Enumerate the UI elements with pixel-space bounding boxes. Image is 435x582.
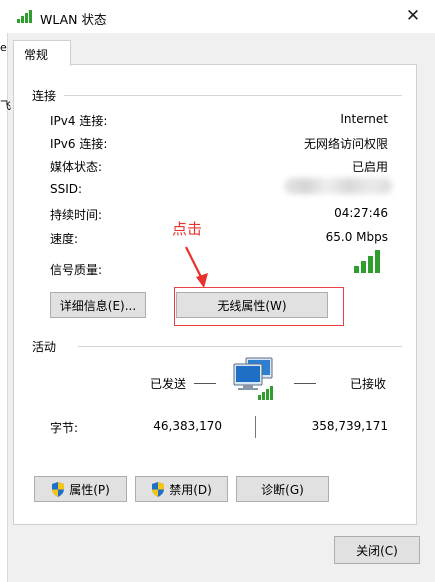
close-button-label: 关闭(C) xyxy=(356,543,398,558)
tab-general[interactable]: 常规 xyxy=(13,40,71,66)
details-button-label: 详细信息(E)... xyxy=(59,298,137,313)
bytes-received-value: 358,739,171 xyxy=(311,419,388,433)
bleed-text-top: e xyxy=(0,41,7,54)
annotation-arrow-icon xyxy=(185,246,208,288)
media-state-label: 媒体状态: xyxy=(50,160,103,174)
connection-divider xyxy=(64,95,402,96)
activity-section-title: 活动 xyxy=(32,340,57,354)
activity-divider xyxy=(78,346,402,347)
uac-shield-icon xyxy=(52,481,65,497)
close-icon: ✕ xyxy=(405,6,421,26)
close-window-button[interactable]: ✕ xyxy=(396,2,430,30)
sent-dash xyxy=(194,383,216,384)
signal-quality-label: 信号质量: xyxy=(50,263,103,277)
speed-value: 65.0 Mbps xyxy=(325,230,388,244)
duration-value: 04:27:46 xyxy=(334,206,388,220)
bytes-sent-value: 46,383,170 xyxy=(153,419,222,433)
uac-shield-icon xyxy=(152,481,165,497)
click-annotation: 点击 xyxy=(172,220,203,238)
highlight-box xyxy=(174,287,344,326)
close-button[interactable]: 关闭(C) xyxy=(334,536,420,564)
details-button[interactable]: 详细信息(E)... xyxy=(50,292,146,318)
sent-label: 已发送 xyxy=(150,377,187,391)
disable-button-label: 禁用(D) xyxy=(169,482,212,497)
properties-button-label: 属性(P) xyxy=(69,482,110,497)
ipv6-value: 无网络访问权限 xyxy=(303,137,388,151)
ipv4-value: Internet xyxy=(340,112,388,126)
network-computers-icon xyxy=(233,357,273,400)
background-window-edge: e 飞 xyxy=(0,33,11,582)
bytes-label: 字节: xyxy=(50,421,79,435)
bleed-text-bottom: 飞 xyxy=(0,99,11,112)
tab-general-label: 常规 xyxy=(24,48,49,62)
ssid-label: SSID: xyxy=(50,182,83,196)
signal-strength-icon xyxy=(354,250,380,273)
ipv4-label: IPv4 连接: xyxy=(50,114,108,128)
duration-label: 持续时间: xyxy=(50,208,103,222)
received-dash xyxy=(294,383,316,384)
wifi-signal-icon xyxy=(17,10,32,23)
ipv6-label: IPv6 连接: xyxy=(50,137,108,151)
title-bar: WLAN 状态 ✕ xyxy=(0,0,435,33)
media-state-value: 已启用 xyxy=(351,160,388,174)
disable-button[interactable]: 禁用(D) xyxy=(135,476,228,502)
connection-section-title: 连接 xyxy=(32,89,57,103)
received-label: 已接收 xyxy=(350,377,387,391)
general-panel: 连接 IPv4 连接: Internet IPv6 连接: 无网络访问权限 媒体… xyxy=(13,64,417,525)
diagnose-button[interactable]: 诊断(G) xyxy=(236,476,329,502)
diagnose-button-label: 诊断(G) xyxy=(261,482,304,497)
bytes-separator xyxy=(255,416,256,438)
speed-label: 速度: xyxy=(50,232,79,246)
window-title: WLAN 状态 xyxy=(40,12,107,27)
properties-button[interactable]: 属性(P) xyxy=(34,476,127,502)
ssid-value-redacted xyxy=(284,178,392,194)
